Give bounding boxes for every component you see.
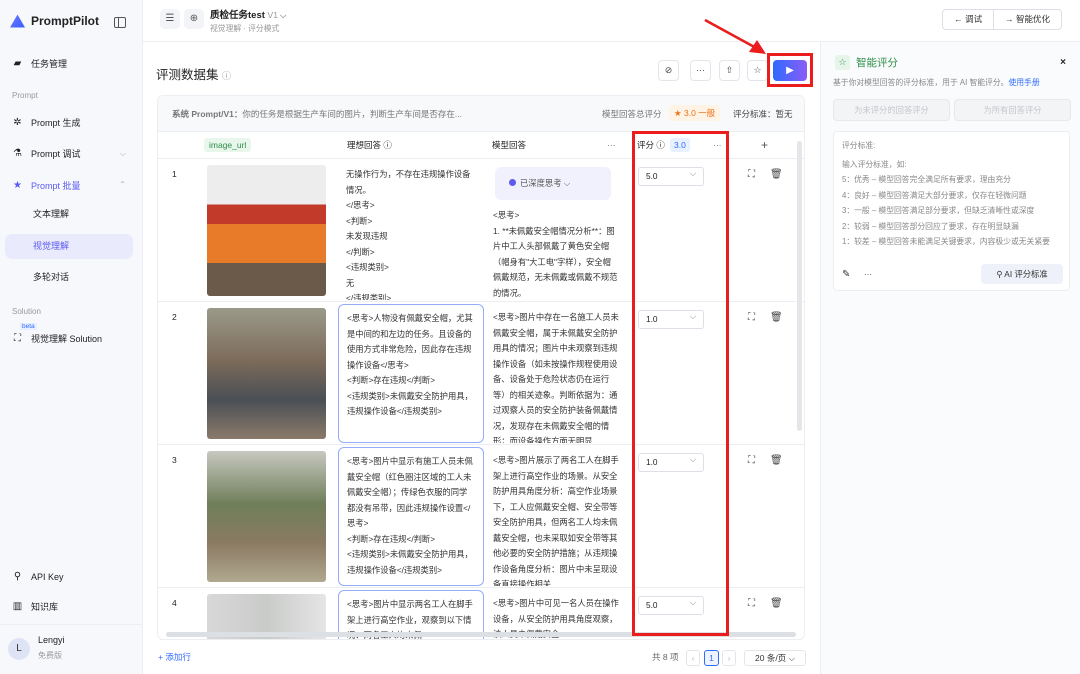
annotation-arrow xyxy=(704,18,766,54)
